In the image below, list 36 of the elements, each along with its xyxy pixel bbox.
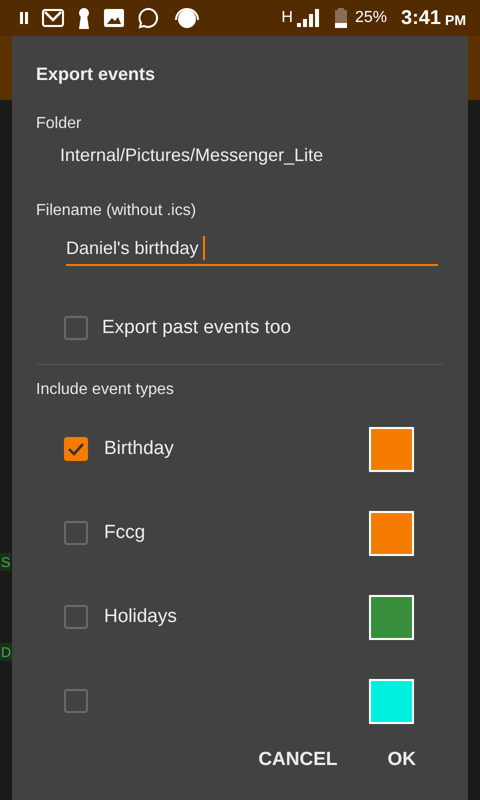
battery-percentage: 25% [354, 9, 387, 27]
color-swatch[interactable] [369, 510, 414, 556]
mail-icon [42, 9, 64, 27]
dialog-title: Export events [36, 64, 156, 85]
event-type-label: Fccg [104, 522, 146, 544]
section-label: Include event types [36, 381, 175, 399]
checkbox[interactable] [64, 316, 88, 340]
checkbox-label: Export past events too [102, 317, 292, 339]
event-tag: D [0, 643, 12, 661]
chat-bubble-icon [138, 7, 160, 29]
checkbox[interactable] [64, 605, 88, 629]
event-tag: S [0, 553, 12, 571]
filename-input[interactable]: Daniel's birthday [66, 236, 438, 266]
color-swatch[interactable] [369, 594, 414, 640]
event-type-label: Birthday [104, 438, 174, 460]
clock-period: PM [445, 12, 466, 28]
checkbox[interactable] [64, 437, 88, 461]
color-swatch[interactable] [369, 678, 414, 724]
cancel-button[interactable]: CANCEL [258, 749, 338, 771]
network-type: H [281, 9, 293, 27]
pause-icon [20, 12, 28, 24]
folder-path[interactable]: Internal/Pictures/Messenger_Lite [60, 145, 444, 166]
field-label: Folder [36, 115, 82, 133]
checkbox[interactable] [64, 689, 88, 713]
color-swatch[interactable] [369, 426, 414, 472]
signal-icon [296, 9, 321, 27]
clock-time: 3:41 [400, 6, 441, 30]
field-label: Filename (without .ics) [36, 202, 198, 220]
ok-button[interactable]: OK [388, 749, 416, 771]
headset-icon [174, 7, 200, 29]
image-icon [104, 9, 124, 27]
checkmark-icon [67, 442, 85, 456]
keyhole-icon [78, 7, 90, 29]
checkbox[interactable] [64, 521, 88, 545]
battery-icon [334, 8, 347, 28]
event-type-label: Holidays [104, 606, 177, 628]
